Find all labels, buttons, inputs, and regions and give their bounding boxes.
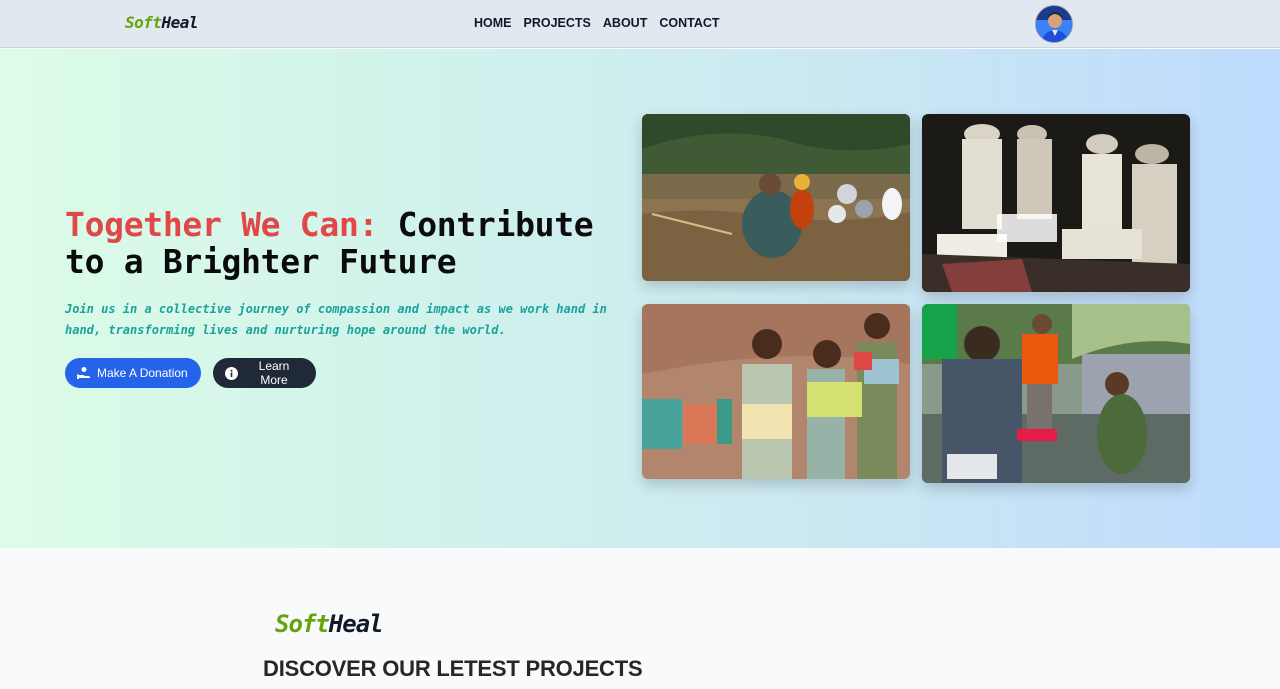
donate-label: Make A Donation: [97, 366, 188, 380]
hero-headline: Together We Can: Contribute to a Brighte…: [65, 206, 625, 280]
navbar: SoftHeal HOME PROJECTS ABOUT CONTACT: [0, 0, 1280, 48]
nav-about[interactable]: ABOUT: [603, 16, 647, 30]
prayer-reading-photo: [922, 114, 1190, 292]
headline-highlight: Together We Can:: [65, 205, 379, 244]
user-avatar[interactable]: [1035, 5, 1073, 43]
children-books-photo: [642, 304, 910, 479]
logo-part-heal: Heal: [161, 13, 199, 32]
nav-contact[interactable]: CONTACT: [659, 16, 719, 30]
nav-home[interactable]: HOME: [474, 16, 512, 30]
projects-section: SoftHeal DISCOVER OUR LETEST PROJECTS: [0, 548, 1280, 689]
projects-section-title: DISCOVER OUR LETEST PROJECTS: [263, 656, 643, 681]
donation-hand-icon: [77, 367, 90, 379]
nav-projects[interactable]: PROJECTS: [524, 16, 591, 30]
aid-distribution-photo: [922, 304, 1190, 483]
projects-logo-soft: Soft: [275, 610, 330, 638]
info-icon: [225, 366, 238, 380]
flood-rescue-photo: [642, 114, 910, 281]
projects-logo: SoftHeal: [275, 610, 384, 638]
projects-logo-heal: Heal: [328, 610, 384, 638]
logo-part-soft: Soft: [125, 13, 162, 32]
main-menu: HOME PROJECTS ABOUT CONTACT: [474, 16, 720, 30]
hero-section: Together We Can: Contribute to a Brighte…: [0, 49, 1280, 548]
learn-more-button[interactable]: Learn More: [213, 358, 316, 388]
make-donation-button[interactable]: Make A Donation: [65, 358, 201, 388]
brand-logo[interactable]: SoftHeal: [125, 13, 199, 32]
learn-label: Learn More: [258, 359, 290, 387]
hero-subtext: Join us in a collective journey of compa…: [65, 302, 607, 337]
